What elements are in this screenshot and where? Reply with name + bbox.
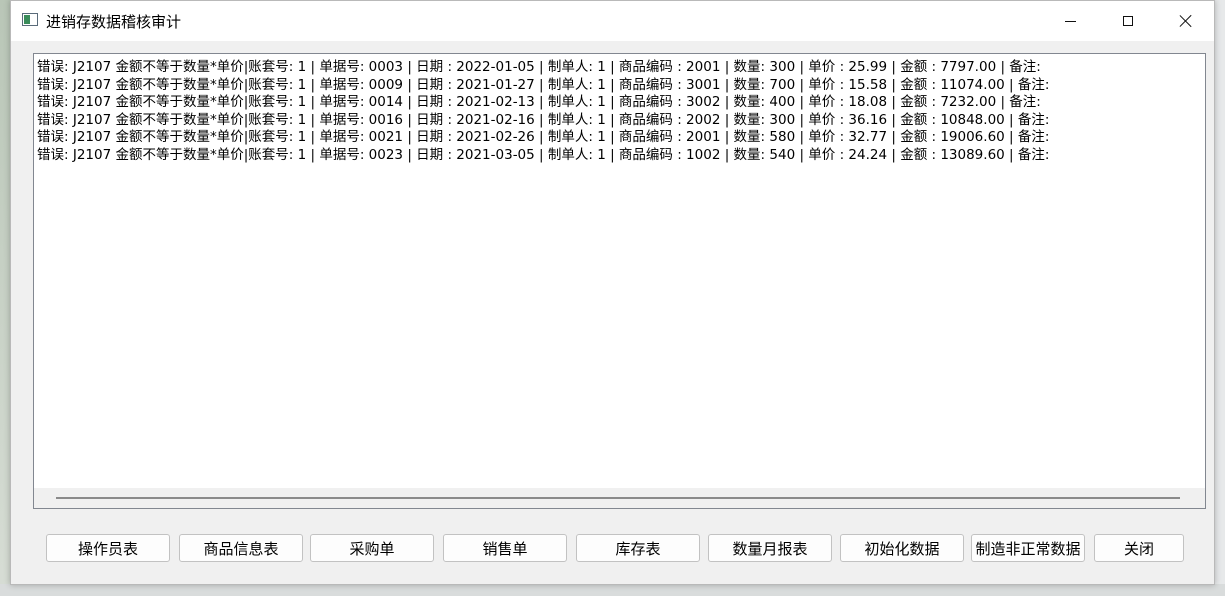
close-window-button[interactable] bbox=[1157, 1, 1215, 41]
window-title: 进销存数据稽核审计 bbox=[46, 13, 182, 31]
title-bar[interactable]: 进销存数据稽核审计 bbox=[11, 1, 1214, 41]
maximize-button[interactable] bbox=[1099, 1, 1157, 41]
monthly-quantity-report-button[interactable]: 数量月报表 bbox=[708, 534, 832, 562]
horizontal-scrollbar[interactable] bbox=[34, 488, 1205, 508]
app-icon bbox=[22, 13, 38, 26]
maximize-icon bbox=[1123, 16, 1133, 26]
minimize-icon bbox=[1064, 20, 1076, 22]
audit-log-textbox[interactable]: 错误: J2107 金额不等于数量*单价|账套号: 1 | 单据号: 0003 … bbox=[33, 53, 1206, 509]
close-icon bbox=[1179, 14, 1193, 28]
operators-table-button[interactable]: 操作员表 bbox=[46, 534, 170, 562]
button-row: 操作员表 商品信息表 采购单 销售单 库存表 数量月报表 初始化数据 制造非正常… bbox=[11, 534, 1214, 564]
log-line: 错误: J2107 金额不等于数量*单价|账套号: 1 | 单据号: 0009 … bbox=[37, 76, 1050, 93]
log-line: 错误: J2107 金额不等于数量*单价|账套号: 1 | 单据号: 0003 … bbox=[37, 59, 1041, 75]
purchase-order-button[interactable]: 采购单 bbox=[310, 534, 434, 562]
scrollbar-thumb[interactable] bbox=[56, 497, 1180, 499]
log-line: 错误: J2107 金额不等于数量*单价|账套号: 1 | 单据号: 0016 … bbox=[37, 111, 1050, 128]
log-line: 错误: J2107 金额不等于数量*单价|账套号: 1 | 单据号: 0023 … bbox=[37, 146, 1050, 163]
log-line: 错误: J2107 金额不等于数量*单价|账套号: 1 | 单据号: 0014 … bbox=[37, 94, 1041, 111]
desktop-background-bottom bbox=[0, 584, 1225, 596]
log-lines: 错误: J2107 金额不等于数量*单价|账套号: 1 | 单据号: 0003 … bbox=[37, 59, 1205, 165]
sales-order-button[interactable]: 销售单 bbox=[443, 534, 567, 562]
app-window: 进销存数据稽核审计 错误: J2107 金额不等于数量*单价|账套号: 1 | … bbox=[10, 0, 1215, 585]
make-abnormal-data-button[interactable]: 制造非正常数据 bbox=[971, 534, 1085, 562]
close-button[interactable]: 关闭 bbox=[1094, 534, 1184, 562]
product-info-table-button[interactable]: 商品信息表 bbox=[179, 534, 303, 562]
inventory-table-button[interactable]: 库存表 bbox=[576, 534, 700, 562]
log-line: 错误: J2107 金额不等于数量*单价|账套号: 1 | 单据号: 0021 … bbox=[37, 129, 1050, 146]
minimize-button[interactable] bbox=[1041, 1, 1099, 41]
initialize-data-button[interactable]: 初始化数据 bbox=[840, 534, 964, 562]
